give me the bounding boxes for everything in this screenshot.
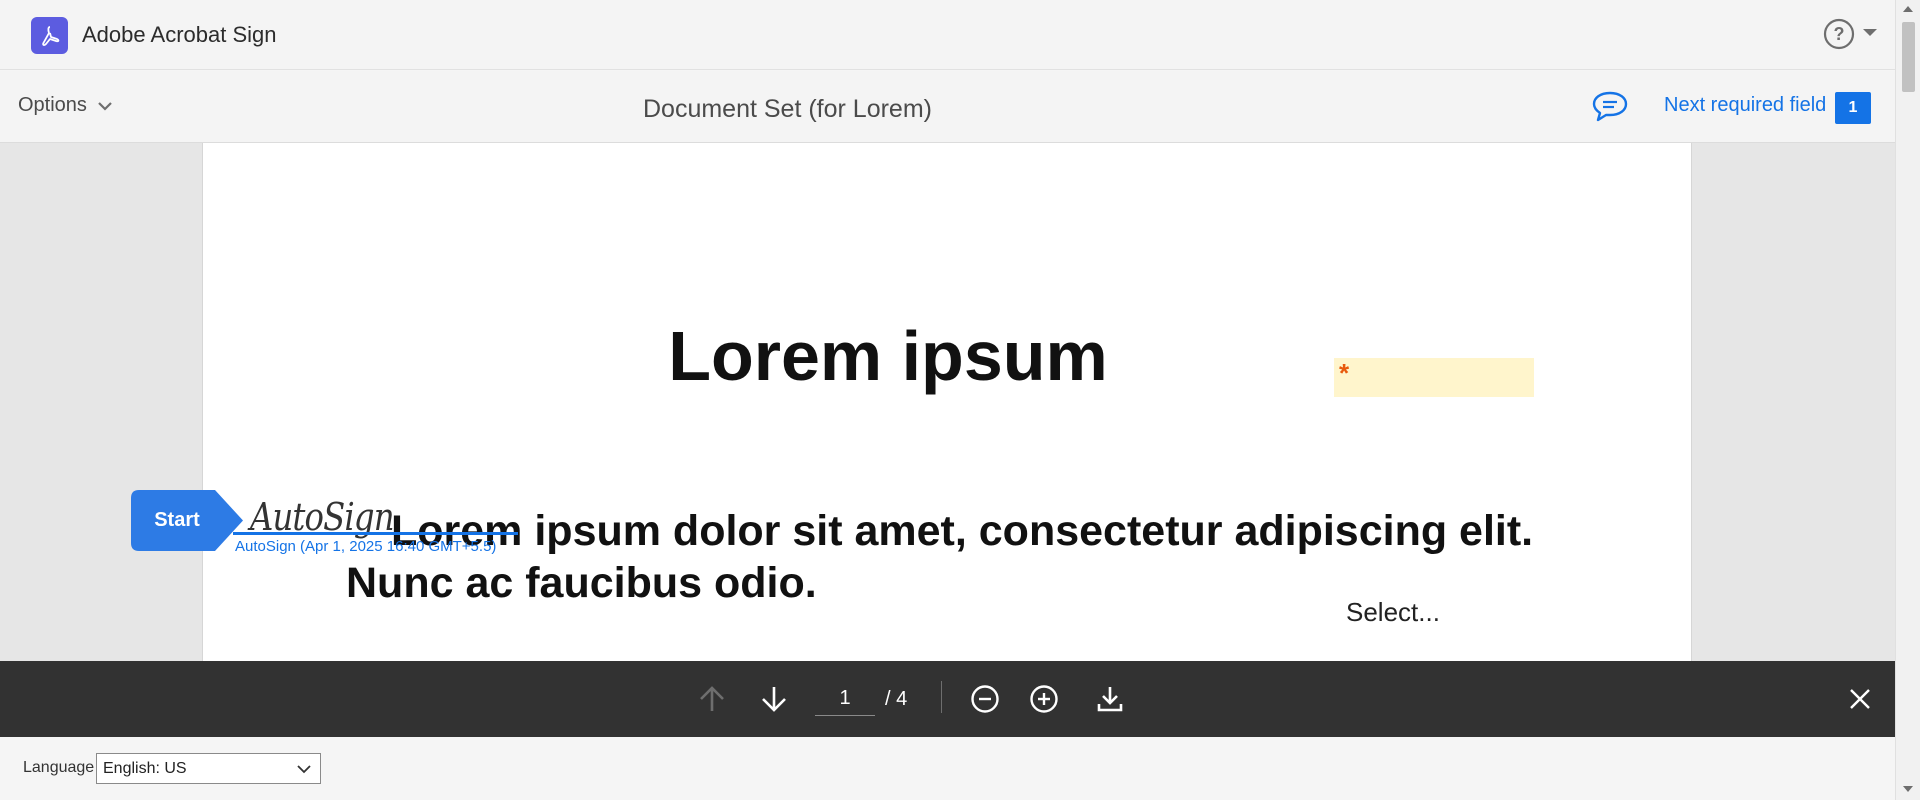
select-dropdown-field[interactable]: Select... bbox=[1346, 597, 1440, 628]
document-viewer: Lorem ipsum Lorem ipsum dolor sit amet, … bbox=[0, 143, 1895, 661]
svg-text:?: ? bbox=[1834, 24, 1845, 44]
signature-caption: AutoSign (Apr 1, 2025 16:40 GMT+5.5) bbox=[235, 538, 497, 555]
help-menu-chevron-icon[interactable] bbox=[1863, 29, 1877, 36]
language-label: Language bbox=[23, 759, 95, 776]
close-icon[interactable] bbox=[1842, 681, 1878, 717]
chevron-down-icon bbox=[297, 765, 311, 774]
zoom-in-icon[interactable] bbox=[1026, 681, 1062, 717]
acrobat-logo-icon bbox=[31, 17, 68, 54]
document-title: Document Set (for Lorem) bbox=[643, 95, 932, 123]
scrollbar-thumb[interactable] bbox=[1902, 22, 1915, 92]
document-page: Lorem ipsum Lorem ipsum dolor sit amet, … bbox=[202, 143, 1692, 661]
scroll-down-arrow-icon[interactable] bbox=[1903, 786, 1913, 792]
language-selected-value: English: US bbox=[103, 759, 187, 777]
options-label: Options bbox=[18, 94, 87, 116]
required-text-field[interactable]: * bbox=[1334, 358, 1534, 397]
page-paragraph: Lorem ipsum dolor sit amet, consectetur … bbox=[346, 507, 1534, 607]
start-button[interactable]: Start bbox=[131, 490, 247, 551]
vertical-scrollbar[interactable] bbox=[1895, 0, 1920, 800]
required-field-count-badge[interactable]: 1 bbox=[1835, 92, 1871, 124]
toolbar-divider bbox=[941, 681, 942, 713]
footer: Language English: US bbox=[0, 737, 1895, 800]
required-marker: * bbox=[1339, 358, 1350, 388]
download-icon[interactable] bbox=[1092, 681, 1128, 717]
app-header: Adobe Acrobat Sign ? bbox=[0, 0, 1895, 70]
scroll-up-arrow-icon[interactable] bbox=[1903, 6, 1913, 12]
page-number-input[interactable] bbox=[815, 682, 875, 716]
arrow-down-icon[interactable] bbox=[756, 681, 792, 717]
app-title: Adobe Acrobat Sign bbox=[82, 22, 277, 47]
zoom-out-icon[interactable] bbox=[967, 681, 1003, 717]
comment-icon[interactable] bbox=[1590, 89, 1630, 125]
help-icon[interactable]: ? bbox=[1823, 18, 1855, 50]
chevron-down-icon bbox=[98, 101, 112, 111]
document-toolbar: Options Document Set (for Lorem) Next re… bbox=[0, 71, 1895, 143]
language-select[interactable]: English: US bbox=[96, 753, 321, 784]
page-total: / 4 bbox=[885, 688, 908, 710]
next-required-field-link[interactable]: Next required field bbox=[1664, 94, 1826, 117]
page-navigation-bar: / 4 bbox=[0, 661, 1895, 737]
start-label: Start bbox=[154, 509, 200, 531]
arrow-up-icon[interactable] bbox=[694, 681, 730, 717]
signature-line bbox=[233, 532, 518, 535]
options-button[interactable]: Options bbox=[18, 94, 113, 117]
